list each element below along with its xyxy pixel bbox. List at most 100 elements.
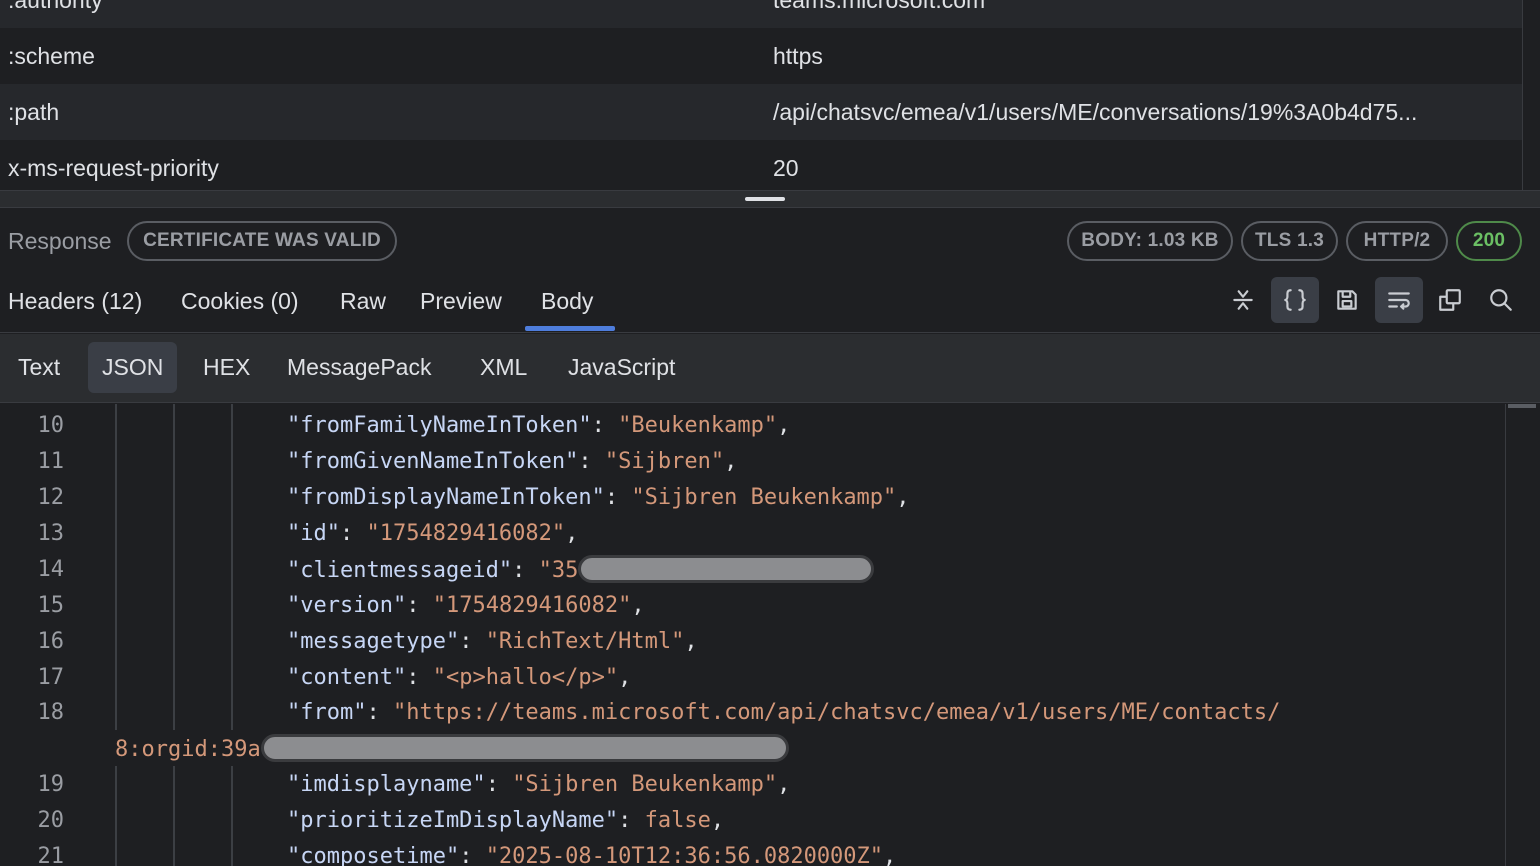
json-key: "messagetype" — [287, 629, 460, 654]
line-number: 20 — [37, 808, 65, 833]
line-number: 16 — [37, 629, 65, 654]
code-line: 13 "id": "1754829416082", — [0, 515, 1505, 551]
table-row: x-ms-request-priority 20 — [0, 140, 1522, 192]
request-headers-table: :authority teams.microsoft.com :scheme h… — [0, 0, 1523, 192]
panel-splitter[interactable] — [0, 190, 1540, 208]
code-scrollbar[interactable] — [1505, 404, 1540, 866]
json-key: "fromDisplayNameInToken" — [287, 485, 605, 510]
json-value: "1754829416082" — [366, 521, 566, 546]
protocol-badge: HTTP/2 — [1346, 221, 1448, 261]
line-number: 21 — [37, 844, 65, 866]
body-size-badge: BODY: 1.03 KB — [1067, 221, 1233, 261]
code-line: 15 "version": "1754829416082", — [0, 587, 1505, 623]
json-key: "clientmessageid" — [287, 558, 513, 583]
format-json-icon — [1284, 289, 1306, 311]
table-scrollbar[interactable] — [1523, 0, 1540, 192]
code-line: 11 "fromGivenNameInToken": "Sijbren", — [0, 443, 1505, 479]
json-value: 8:orgid:39a — [115, 737, 261, 762]
header-value: https — [773, 42, 823, 69]
scrollbar-thumb[interactable] — [1508, 404, 1536, 408]
redaction-blur — [578, 555, 875, 583]
json-key: "fromFamilyNameInToken" — [287, 413, 592, 438]
json-body-viewer[interactable]: 10 "fromFamilyNameInToken": "Beukenkamp"… — [0, 404, 1540, 866]
tab-raw[interactable]: Raw — [340, 288, 386, 315]
json-value: "https://teams.microsoft.com/api/chatsvc… — [392, 700, 1281, 725]
line-number: 15 — [37, 593, 65, 618]
json-key: "id" — [287, 521, 340, 546]
json-value: "Sijbren Beukenkamp" — [512, 772, 778, 797]
line-number: 13 — [37, 521, 65, 546]
collapse-button[interactable] — [1219, 277, 1267, 323]
copy-button[interactable] — [1426, 277, 1474, 323]
search-icon — [1490, 289, 1512, 311]
status-badge: 200 — [1456, 221, 1522, 261]
wrap-icon — [1388, 292, 1410, 310]
json-value: "Sijbren" — [604, 449, 725, 474]
line-number: 18 — [37, 700, 65, 725]
search-button[interactable] — [1477, 277, 1525, 323]
json-key: "version" — [287, 593, 407, 618]
response-title: Response — [8, 228, 112, 254]
json-value: "Beukenkamp" — [618, 413, 778, 438]
json-value: "<p>hallo</p>" — [432, 665, 619, 690]
tab-preview[interactable]: Preview — [420, 288, 502, 315]
json-value: false — [644, 808, 711, 833]
line-number: 12 — [37, 485, 65, 510]
format-tab-hex[interactable]: HEX — [189, 342, 264, 393]
code-line: 14 "clientmessageid": "35 — [0, 551, 1505, 587]
code-line: 16 "messagetype": "RichText/Html", — [0, 623, 1505, 659]
wrap-button[interactable] — [1375, 277, 1423, 323]
format-tab-xml[interactable]: XML — [466, 342, 541, 393]
splitter-grip[interactable] — [745, 197, 785, 201]
line-number: 11 — [37, 449, 65, 474]
line-number: 10 — [37, 413, 65, 438]
code-line: 19 "imdisplayname": "Sijbren Beukenkamp"… — [0, 766, 1505, 802]
json-key: "prioritizeImDisplayName" — [287, 808, 619, 833]
json-value: "RichText/Html" — [485, 629, 685, 654]
save-icon — [1337, 290, 1357, 310]
json-key: "from" — [287, 700, 367, 725]
header-value: 20 — [773, 154, 799, 181]
code-line: 17 "content": "<p>hallo</p>", — [0, 659, 1505, 695]
format-tab-messagepack[interactable]: MessagePack — [273, 342, 445, 393]
header-key: x-ms-request-priority — [8, 154, 219, 181]
header-key: :authority — [8, 0, 103, 14]
json-value: "2025-08-10T12:36:56.0820000Z" — [485, 844, 884, 866]
json-key: "content" — [287, 665, 407, 690]
save-button[interactable] — [1323, 277, 1371, 323]
json-key: "composetime" — [287, 844, 460, 866]
json-key: "fromGivenNameInToken" — [287, 449, 579, 474]
response-tabs: Headers (12) Cookies (0) Raw Preview Bod… — [0, 272, 1540, 333]
table-row: :path /api/chatsvc/emea/v1/users/ME/conv… — [0, 84, 1522, 140]
format-json-button[interactable] — [1271, 277, 1319, 323]
code-line: 20 "prioritizeImDisplayName": false, — [0, 802, 1505, 838]
format-tab-javascript[interactable]: JavaScript — [554, 342, 689, 393]
collapse-icon — [1233, 290, 1253, 310]
header-value: /api/chatsvc/emea/v1/users/ME/conversati… — [773, 98, 1418, 125]
certificate-badge: CERTIFICATE WAS VALID — [127, 221, 397, 261]
json-key: "imdisplayname" — [287, 772, 486, 797]
table-row: :authority teams.microsoft.com — [0, 0, 1522, 28]
code-line: 21 "composetime": "2025-08-10T12:36:56.0… — [0, 838, 1505, 866]
format-tabs: Text JSON HEX MessagePack XML JavaScript — [0, 334, 1540, 403]
code-line: 18 "from": "https://teams.microsoft.com/… — [0, 694, 1505, 730]
redaction-blur — [260, 734, 789, 762]
json-value: "35 — [538, 558, 579, 583]
header-key: :path — [8, 98, 60, 125]
code-line: 10 "fromFamilyNameInToken": "Beukenkamp"… — [0, 407, 1505, 443]
json-value: "1754829416082" — [432, 593, 632, 618]
response-header-bar: Response CERTIFICATE WAS VALID BODY: 1.0… — [0, 208, 1540, 272]
tls-badge: TLS 1.3 — [1241, 221, 1338, 261]
table-row: :scheme https — [0, 28, 1522, 84]
code-line-wrapped: 8:orgid:39a — [0, 730, 1505, 766]
copy-icon — [1439, 289, 1461, 311]
line-number: 19 — [37, 772, 65, 797]
tab-headers[interactable]: Headers (12) — [8, 288, 142, 315]
tab-body[interactable]: Body — [541, 288, 593, 315]
header-value: teams.microsoft.com — [773, 0, 985, 14]
tab-cookies[interactable]: Cookies (0) — [181, 288, 299, 315]
format-tab-json[interactable]: JSON — [88, 342, 178, 393]
active-tab-indicator — [525, 326, 615, 331]
json-value: "Sijbren Beukenkamp" — [631, 485, 897, 510]
format-tab-text[interactable]: Text — [4, 342, 74, 393]
